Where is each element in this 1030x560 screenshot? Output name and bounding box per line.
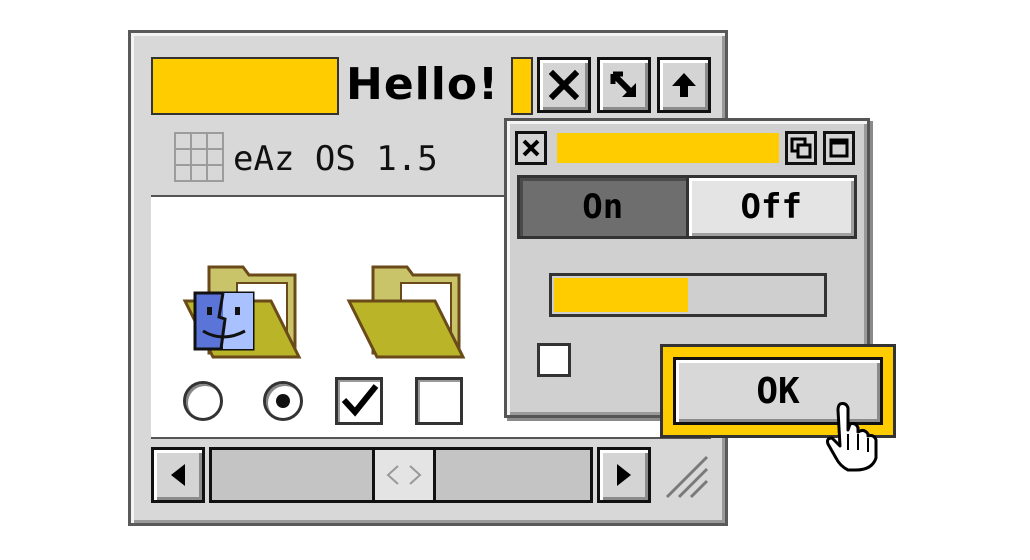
scroll-left-button[interactable] (151, 447, 205, 503)
checkmark-icon (341, 384, 379, 417)
collapse-icon (672, 73, 696, 97)
os-version-label: eAz OS 1.5 (233, 139, 438, 179)
dialog-title-stripe (557, 133, 779, 163)
windowshade-icon (790, 137, 812, 159)
horizontal-scrollbar[interactable] (151, 443, 711, 507)
maximize-icon (829, 138, 849, 158)
close-icon (522, 139, 540, 157)
close-icon (549, 70, 579, 100)
dialog-title-bar[interactable] (515, 131, 859, 167)
radio-button-unselected[interactable] (183, 381, 223, 421)
dialog-collapse-button[interactable] (785, 131, 817, 165)
title-stripe (151, 57, 339, 115)
title-stripe (511, 57, 533, 115)
dialog-zoom-button[interactable] (823, 131, 855, 165)
radio-dot (276, 394, 290, 408)
progress-bar (549, 273, 827, 317)
title-bar[interactable]: Hello! (151, 55, 711, 119)
progress-fill (554, 278, 688, 312)
folder-icon[interactable] (343, 257, 473, 367)
arrow-right-icon (617, 464, 631, 486)
dialog-checkbox[interactable] (537, 343, 571, 377)
segment-off[interactable]: Off (688, 178, 854, 236)
on-off-segmented-control[interactable]: On Off (517, 175, 857, 239)
segment-on[interactable]: On (520, 178, 689, 236)
checkbox-unchecked[interactable] (415, 377, 463, 425)
close-button[interactable] (537, 57, 591, 113)
window-title: Hello! (346, 59, 500, 110)
resize-grip-icon[interactable] (657, 447, 711, 503)
hand-pointer-cursor-icon (826, 402, 878, 472)
arrow-left-icon (171, 464, 185, 486)
scroll-thumb[interactable] (372, 450, 436, 500)
dialog-close-button[interactable] (515, 131, 547, 165)
grid-icon (174, 132, 224, 182)
zoom-icon (610, 71, 636, 97)
scroll-right-button[interactable] (597, 447, 651, 503)
collapse-button[interactable] (657, 57, 711, 113)
radio-button-selected[interactable] (263, 381, 303, 421)
scroll-track[interactable] (209, 447, 593, 503)
zoom-button[interactable] (597, 57, 651, 113)
scroll-thumb-grip-icon (386, 465, 422, 485)
finder-folder-icon[interactable] (179, 257, 309, 367)
checkbox-checked[interactable] (335, 377, 383, 425)
